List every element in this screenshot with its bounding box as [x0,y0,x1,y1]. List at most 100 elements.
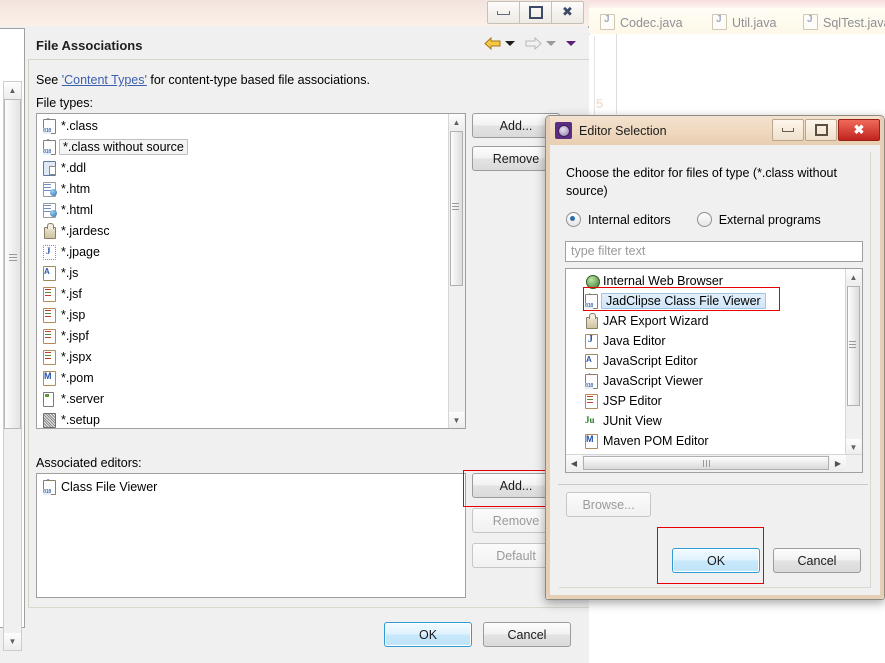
browse-button: Browse... [566,492,651,517]
list-item[interactable]: Class File Viewer [37,476,465,497]
editor-filter-input[interactable]: type filter text [565,241,863,262]
file-types-scrollbar[interactable]: ▲ ▼ [448,114,465,428]
editor-tab-sqltest[interactable]: SqlTest.java [803,14,885,30]
editor-tab-label: Codec.java [620,16,683,30]
jsp-file-icon [42,286,57,302]
editor-tab-codec[interactable]: Codec.java [600,14,683,30]
list-item-label: *.ddl [61,160,87,175]
close-icon: ✖ [562,5,573,20]
list-item[interactable]: *.jpage [37,241,448,262]
list-item[interactable]: JavaScript Viewer [566,371,845,391]
scrollbar-thumb[interactable] [4,99,21,429]
editor-ghost-text: 5 [596,96,604,111]
list-item-label: *.setup [61,412,100,427]
view-menu-chevron-down-icon[interactable] [566,41,576,46]
internal-editors-radio[interactable] [566,212,581,227]
editors-list[interactable]: Internal Web Browser JadClipse Class Fil… [565,268,863,473]
scrollbar-grip [849,341,856,350]
external-programs-radio[interactable] [696,212,712,227]
ddl-file-icon [42,160,57,176]
list-item[interactable]: *.server [37,388,448,409]
content-types-link[interactable]: 'Content Types' [62,73,147,87]
preferences-ok-button[interactable]: OK [384,622,472,647]
editor-tab-util[interactable]: Util.java [712,14,776,30]
associated-editors-list[interactable]: Class File Viewer [36,473,466,598]
file-types-rows: *.class *.class without source *.ddl *.h… [37,115,448,428]
list-item[interactable]: *.setup [37,409,448,428]
list-item[interactable]: Internal Web Browser [566,271,845,291]
minimize-icon [497,10,510,15]
list-item[interactable]: *.htm [37,178,448,199]
list-item[interactable]: *.html [37,199,448,220]
back-arrow-icon[interactable] [484,36,501,51]
list-item[interactable]: *.js [37,262,448,283]
jsp-file-icon [42,328,57,344]
preferences-tree-panel[interactable]: ▲ ▼ [0,28,25,651]
jar-file-icon [584,313,599,329]
list-item[interactable]: *.class without source [37,136,448,157]
scroll-up-icon[interactable]: ▲ [846,269,861,285]
file-types-list[interactable]: *.class *.class without source *.ddl *.h… [36,113,466,429]
list-item[interactable]: *.class [37,115,448,136]
scrollbar-thumb[interactable] [583,456,829,470]
close-button[interactable]: ✖ [551,1,584,24]
preferences-window: ✖ ▲ ▼ File Associations See 'Content Typ… [0,0,589,663]
list-item-label: Java Editor [603,334,666,348]
list-item[interactable]: Java Editor [566,331,845,351]
list-item[interactable]: JadClipse Class File Viewer [566,291,845,311]
back-menu-chevron-down-icon[interactable] [505,41,515,46]
scroll-down-icon[interactable]: ▼ [846,439,861,455]
editor-divider [616,34,617,114]
minimize-button[interactable] [487,1,520,24]
editor-tab-label: SqlTest.java [823,16,885,30]
dialog-separator [558,484,868,485]
class-file-icon [42,139,57,155]
list-item[interactable]: *.jsp [37,304,448,325]
dialog-ok-button[interactable]: OK [672,548,760,573]
list-item[interactable]: *.jspx [37,346,448,367]
scroll-down-icon[interactable]: ▼ [449,412,464,428]
forward-arrow-icon [525,36,542,51]
scroll-up-icon[interactable]: ▲ [449,114,464,130]
editors-vertical-scrollbar[interactable]: ▲ ▼ [845,269,862,455]
list-item[interactable]: Maven POM Editor [566,431,845,451]
scrollbar-grip [9,254,17,261]
list-item[interactable]: *.jardesc [37,220,448,241]
globe-icon [584,273,600,289]
class-file-icon [584,293,599,309]
preferences-title-bar: ✖ [0,0,589,26]
forward-menu-chevron-down-icon[interactable] [546,41,556,46]
restore-button[interactable] [519,1,552,24]
jpage-file-icon [42,244,57,260]
scroll-left-icon[interactable]: ◀ [566,455,582,471]
scroll-up-icon[interactable]: ▲ [4,82,21,99]
list-item[interactable]: JavaScript Editor [566,351,845,371]
description-suffix: for content-type based file associations… [146,73,370,87]
list-item[interactable]: JUnit View [566,411,845,431]
list-item-label: JAR Export Wizard [603,314,709,328]
list-item-label: *.jspf [61,328,89,343]
preferences-tree-scrollbar[interactable]: ▲ ▼ [3,81,22,651]
list-item[interactable]: JSP Editor [566,391,845,411]
editors-horizontal-scrollbar[interactable]: ◀ ▶ [566,454,862,472]
dialog-prompt: Choose the editor for files of type (*.c… [566,166,837,198]
file-types-label: File types: [36,96,93,110]
dialog-restore-button[interactable] [805,119,837,141]
list-item-label: *.pom [61,370,94,385]
preferences-cancel-button[interactable]: Cancel [483,622,571,647]
associated-editors-rows: Class File Viewer [37,476,465,497]
list-item-label: JSP Editor [603,394,662,408]
list-item[interactable]: *.jsf [37,283,448,304]
minimize-icon [782,128,794,132]
list-item[interactable]: *.pom [37,367,448,388]
dialog-minimize-button[interactable] [772,119,804,141]
dialog-close-button[interactable]: ✖ [838,119,880,141]
list-item[interactable]: JAR Export Wizard [566,311,845,331]
scroll-right-icon[interactable]: ▶ [830,455,846,471]
list-item[interactable]: *.ddl [37,157,448,178]
list-item-label: *.class without source [59,138,188,155]
list-item[interactable]: *.jspf [37,325,448,346]
list-item-label: JUnit View [603,414,662,428]
dialog-cancel-button[interactable]: Cancel [773,548,861,573]
scroll-down-icon[interactable]: ▼ [4,633,21,650]
